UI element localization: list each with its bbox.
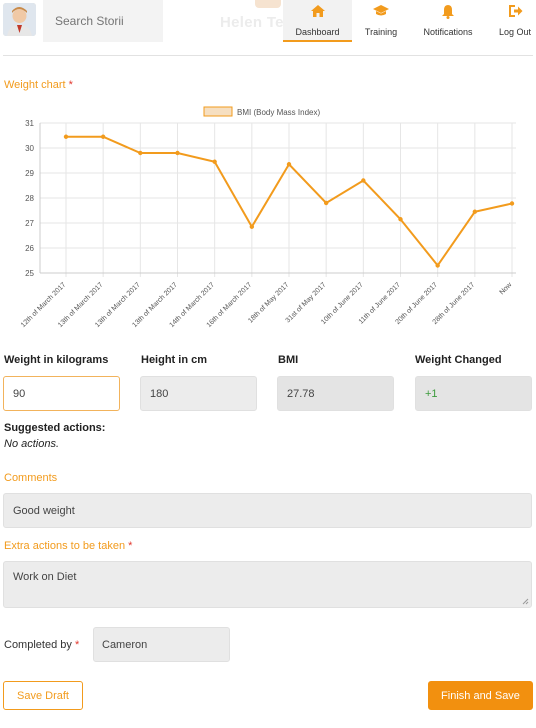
weight-chart-label: Weight chart * bbox=[4, 79, 73, 91]
extra-actions-label: Extra actions to be taken * bbox=[4, 540, 132, 552]
bmi-value: 27.78 bbox=[277, 376, 394, 411]
completed-by-label: Completed by * bbox=[4, 639, 79, 651]
weight-chart: 2526272829303112th of March 201713th of … bbox=[20, 106, 516, 329]
data-point bbox=[138, 150, 143, 156]
save-draft-button[interactable]: Save Draft bbox=[3, 681, 83, 710]
data-point bbox=[212, 159, 217, 164]
completed-by-field[interactable]: Cameron bbox=[93, 627, 230, 662]
weight-changed-label: Weight Changed bbox=[415, 354, 502, 366]
x-tick-label: Now bbox=[499, 281, 515, 297]
search-box[interactable] bbox=[43, 0, 163, 42]
required-mark: * bbox=[128, 540, 133, 552]
weight-label: Weight in kilograms bbox=[4, 354, 109, 366]
nav-notifications[interactable]: Notifications bbox=[412, 0, 484, 42]
legend-label: BMI (Body Mass Index) bbox=[237, 108, 320, 117]
y-tick-label: 30 bbox=[25, 144, 34, 153]
data-point bbox=[509, 201, 515, 206]
x-tick-label: 31st of May 2017 bbox=[285, 281, 328, 324]
nav-notifications-label: Notifications bbox=[423, 27, 473, 37]
header-divider bbox=[3, 55, 533, 56]
required-mark: * bbox=[68, 79, 73, 91]
user-name: Helen Te bbox=[220, 14, 284, 31]
data-point bbox=[398, 217, 403, 222]
nav-logout-label: Log Out bbox=[498, 27, 532, 37]
height-label: Height in cm bbox=[141, 354, 208, 366]
weight-changed-text: +1 bbox=[425, 387, 438, 400]
top-bar: Helen Te Dashboard Training Notification… bbox=[0, 0, 536, 42]
weight-input[interactable]: 90 bbox=[3, 376, 120, 411]
y-tick-label: 29 bbox=[25, 169, 34, 178]
profile-badge bbox=[255, 0, 281, 8]
extra-actions-text: Work on Diet bbox=[13, 571, 77, 583]
extra-actions-textarea[interactable]: Work on Diet bbox=[3, 561, 532, 608]
finish-and-save-button[interactable]: Finish and Save bbox=[428, 681, 533, 710]
nav-training[interactable]: Training bbox=[356, 0, 406, 42]
x-tick-label: 28th of June 2017 bbox=[432, 281, 477, 326]
weight-changed-value: +1 bbox=[415, 376, 532, 411]
data-point bbox=[100, 134, 106, 139]
y-tick-label: 31 bbox=[25, 119, 34, 128]
height-input[interactable]: 180 bbox=[140, 376, 257, 411]
nav-logout[interactable]: Log Out bbox=[494, 0, 536, 42]
completed-by-label-text: Completed by bbox=[4, 639, 72, 651]
bell-icon bbox=[412, 4, 484, 20]
y-tick-label: 25 bbox=[25, 269, 34, 278]
nav-dashboard[interactable]: Dashboard bbox=[283, 0, 352, 42]
y-tick-label: 27 bbox=[25, 219, 34, 228]
y-tick-label: 28 bbox=[25, 194, 34, 203]
weight-chart-label-text: Weight chart bbox=[4, 79, 66, 91]
data-point bbox=[435, 263, 440, 268]
data-point bbox=[249, 224, 255, 229]
suggested-actions-value: No actions. bbox=[4, 438, 60, 450]
data-point bbox=[472, 209, 478, 214]
search-input[interactable] bbox=[43, 0, 163, 42]
nav-training-label: Training bbox=[364, 27, 398, 37]
data-point bbox=[175, 150, 180, 156]
data-point bbox=[63, 134, 69, 139]
resize-handle-icon[interactable] bbox=[522, 598, 529, 605]
data-point bbox=[286, 162, 292, 167]
data-point bbox=[323, 200, 329, 206]
logout-icon bbox=[494, 4, 536, 20]
home-icon bbox=[283, 4, 352, 20]
avatar[interactable] bbox=[3, 3, 36, 36]
bmi-label: BMI bbox=[278, 354, 299, 366]
user-avatar-icon bbox=[3, 3, 36, 36]
x-tick-label: 18th of May 2017 bbox=[247, 281, 290, 324]
legend-swatch bbox=[203, 106, 233, 117]
graduation-cap-icon bbox=[356, 4, 406, 20]
comments-field[interactable]: Good weight bbox=[3, 493, 532, 528]
nav-dashboard-label: Dashboard bbox=[295, 27, 340, 37]
extra-actions-label-text: Extra actions to be taken bbox=[4, 540, 126, 552]
suggested-actions-label: Suggested actions: bbox=[4, 422, 106, 434]
comments-label: Comments bbox=[4, 472, 58, 484]
data-point bbox=[361, 178, 366, 183]
required-mark: * bbox=[74, 639, 80, 651]
y-tick-label: 26 bbox=[25, 244, 34, 253]
